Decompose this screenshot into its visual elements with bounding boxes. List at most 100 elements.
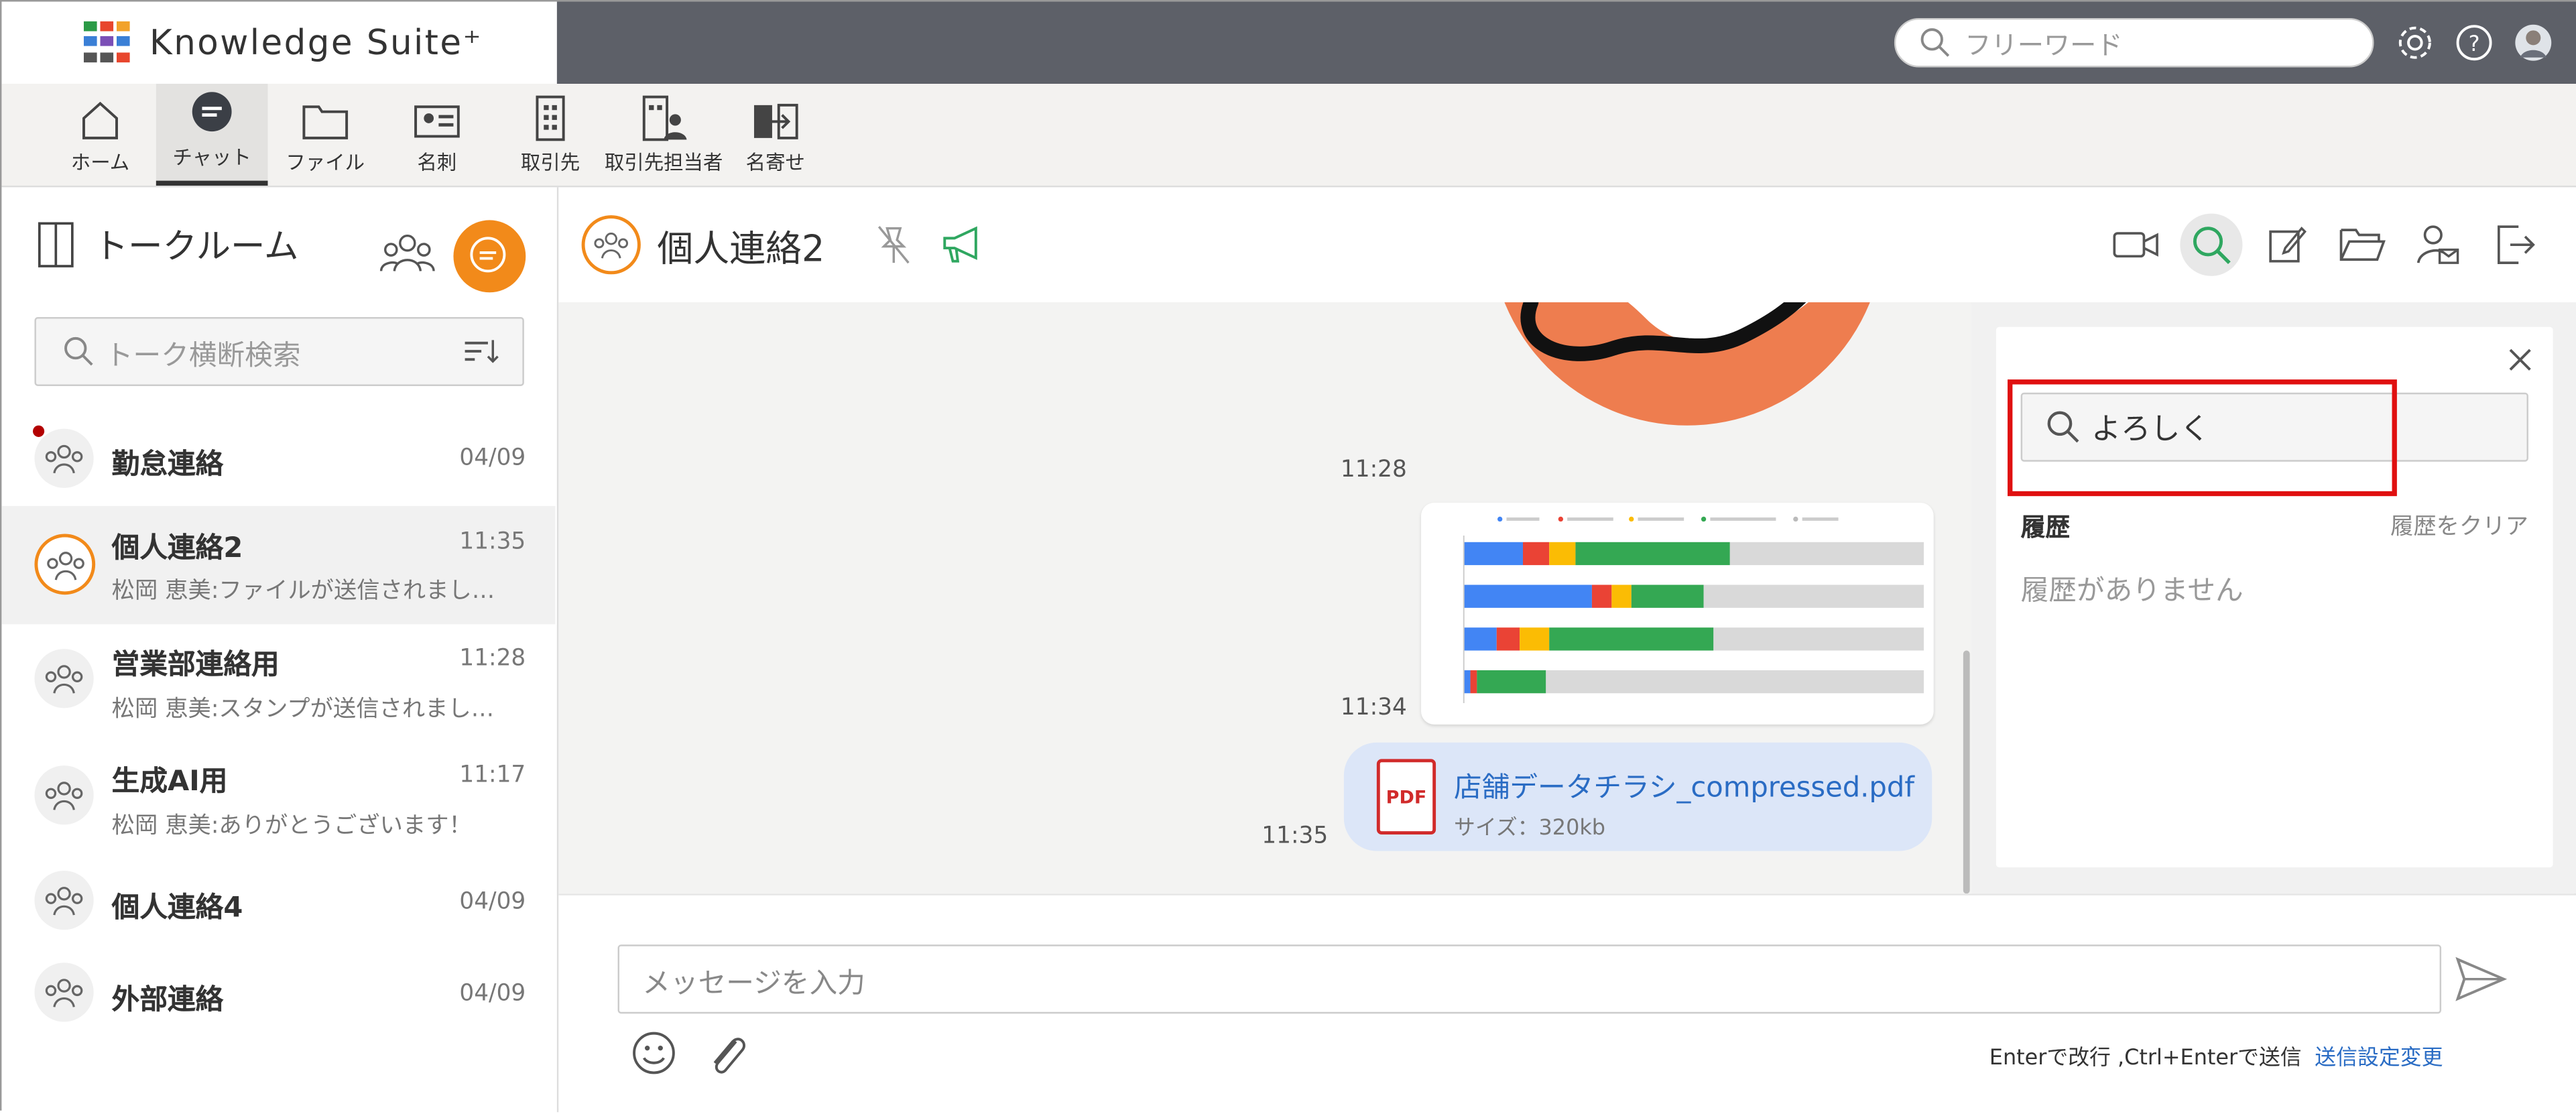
file-name-link[interactable]: 店舗データチラシ_compressed.pdf — [1454, 764, 1914, 805]
send-settings-link[interactable]: 送信設定変更 — [2315, 1046, 2443, 1071]
members-icon[interactable] — [379, 229, 435, 284]
room-name: 営業部連絡用 — [111, 649, 280, 682]
search-icon[interactable] — [2180, 213, 2243, 276]
message-input-placeholder: メッセージを入力 — [642, 967, 865, 1000]
nav-label: 名刺 — [417, 151, 457, 174]
room-item-active[interactable]: 個人連絡2 11:35 松岡 恵美:ファイルが送信されまし… — [1, 505, 556, 625]
member-mail-icon[interactable] — [2407, 214, 2469, 276]
message-list[interactable]: 11:28 11:34 PDF 店舗データチラシ_compressed.pdf … — [558, 302, 1972, 894]
search-icon — [64, 336, 93, 366]
room-name: 外部連絡 — [111, 984, 224, 1017]
sort-icon[interactable] — [463, 336, 499, 366]
room-snippet: 松岡 恵美:ありがとうございます！ — [111, 813, 472, 840]
global-search-placeholder: フリーワード — [1965, 29, 2123, 61]
nav-file[interactable]: ファイル — [281, 84, 369, 186]
nav-label: チャット — [172, 146, 251, 170]
message-composer: メッセージを入力 Enterで改行 ,Ctrl+Enterで送信 送信設定変更 — [558, 893, 2576, 1114]
main-nav: ホーム チャット ファイル 名刺 取引先 取引先担当者 名寄せ — [1, 83, 2576, 188]
folder-open-icon[interactable] — [2331, 214, 2394, 276]
close-icon[interactable] — [2507, 347, 2533, 379]
room-item[interactable]: 勤怠連絡 04/09 — [1, 401, 555, 516]
brand[interactable]: Knowledge Suite⁺ — [1, 1, 557, 84]
folder-icon — [302, 105, 349, 139]
edit-note-icon[interactable] — [2256, 214, 2318, 276]
nav-client-contact[interactable]: 取引先担当者 — [603, 84, 724, 186]
sidebar-title: トークルーム — [93, 227, 299, 267]
building-icon — [536, 95, 565, 141]
pin-off-icon[interactable] — [874, 223, 914, 273]
chart-thumbnail — [1463, 516, 1924, 703]
room-time: 11:35 — [459, 529, 526, 556]
room-name: 個人連絡4 — [111, 891, 243, 925]
room-name: 勤怠連絡 — [111, 448, 224, 482]
room-name: 個人連絡2 — [111, 532, 243, 566]
home-icon — [82, 101, 118, 139]
nav-merge[interactable]: 名寄せ — [741, 84, 810, 186]
room-snippet: 松岡 恵美:ファイルが送信されまし… — [111, 578, 495, 605]
gear-icon[interactable] — [2394, 21, 2437, 64]
door-icon — [38, 222, 74, 267]
nav-label: 取引先 — [520, 151, 580, 174]
new-chat-icon — [470, 237, 506, 273]
highlight-box — [2008, 379, 2397, 497]
card-icon — [414, 105, 460, 138]
app-name: Knowledge Suite⁺ — [149, 23, 483, 63]
room-snippet: 松岡 恵美:スタンプが送信されまし… — [111, 696, 495, 723]
group-avatar — [34, 428, 94, 488]
send-hint: Enterで改行 ,Ctrl+Enterで送信 送信設定変更 — [1989, 1040, 2443, 1071]
message-input[interactable]: メッセージを入力 — [617, 944, 2442, 1014]
send-icon[interactable] — [2455, 954, 2508, 1010]
app-logo — [83, 21, 130, 64]
room-avatar — [581, 215, 641, 275]
send-hint-text: Enterで改行 ,Ctrl+Enterで送信 — [1989, 1046, 2302, 1071]
building-person-icon — [642, 95, 687, 141]
talk-search-input[interactable]: トーク横断検索 — [34, 317, 524, 386]
nav-card[interactable]: 名刺 — [402, 84, 471, 186]
group-avatar — [34, 963, 94, 1022]
nav-client[interactable]: 取引先 — [514, 84, 587, 186]
message-scrollbar[interactable] — [1963, 650, 1970, 894]
group-avatar — [34, 534, 96, 595]
message-time: 11:35 — [1262, 822, 1329, 850]
svg-text:?: ? — [2469, 31, 2480, 56]
nav-label: ファイル — [286, 151, 365, 174]
talk-search-placeholder: トーク横断検索 — [105, 339, 301, 373]
room-name: 生成AI用 — [111, 765, 228, 799]
chat-title: 個人連絡2 — [657, 230, 825, 271]
room-item[interactable]: 生成AI用 11:17 松岡 恵美:ありがとうございます！ — [1, 743, 555, 858]
history-empty-text: 履歴がありません — [2020, 574, 2244, 608]
sticker-image — [1498, 302, 1876, 440]
nav-chat[interactable]: チャット — [156, 83, 268, 186]
room-time: 11:17 — [459, 762, 526, 789]
avatar[interactable] — [2512, 21, 2555, 64]
help-icon[interactable]: ? — [2453, 21, 2496, 64]
chart-image-attachment[interactable] — [1421, 502, 1934, 725]
attach-icon[interactable] — [703, 1030, 749, 1086]
file-attachment[interactable]: PDF 店舗データチラシ_compressed.pdf サイズ：320kb — [1343, 742, 1933, 851]
clear-history-link[interactable]: 履歴をクリア — [2390, 509, 2528, 542]
new-talk-button[interactable] — [453, 220, 526, 293]
group-avatar — [34, 649, 94, 708]
room-item[interactable]: 外部連絡 04/09 — [1, 935, 555, 1050]
room-item[interactable]: 営業部連絡用 11:28 松岡 恵美:スタンプが送信されまし… — [1, 626, 555, 741]
room-time: 04/09 — [459, 981, 526, 1007]
history-label: 履歴 — [2020, 512, 2071, 542]
announcement-icon[interactable] — [940, 223, 986, 273]
unread-badge — [33, 425, 45, 437]
file-size: サイズ：320kb — [1454, 816, 1606, 841]
nav-label: ホーム — [70, 151, 130, 174]
emoji-icon[interactable] — [631, 1030, 677, 1082]
room-time: 04/09 — [459, 445, 526, 472]
message-time: 11:34 — [1340, 694, 1407, 721]
video-call-icon[interactable] — [2105, 214, 2167, 276]
room-time: 04/09 — [459, 888, 526, 916]
top-bar: Knowledge Suite⁺ フリーワード ? — [1, 1, 2576, 84]
nav-home[interactable]: ホーム — [61, 84, 140, 186]
room-time: 11:28 — [459, 645, 526, 672]
chat-icon — [192, 92, 232, 132]
merge-icon — [753, 103, 798, 139]
global-search-input[interactable]: フリーワード — [1894, 17, 2374, 68]
search-icon — [1920, 28, 1950, 57]
pdf-badge: PDF — [1386, 786, 1427, 808]
exit-icon[interactable] — [2482, 214, 2544, 276]
